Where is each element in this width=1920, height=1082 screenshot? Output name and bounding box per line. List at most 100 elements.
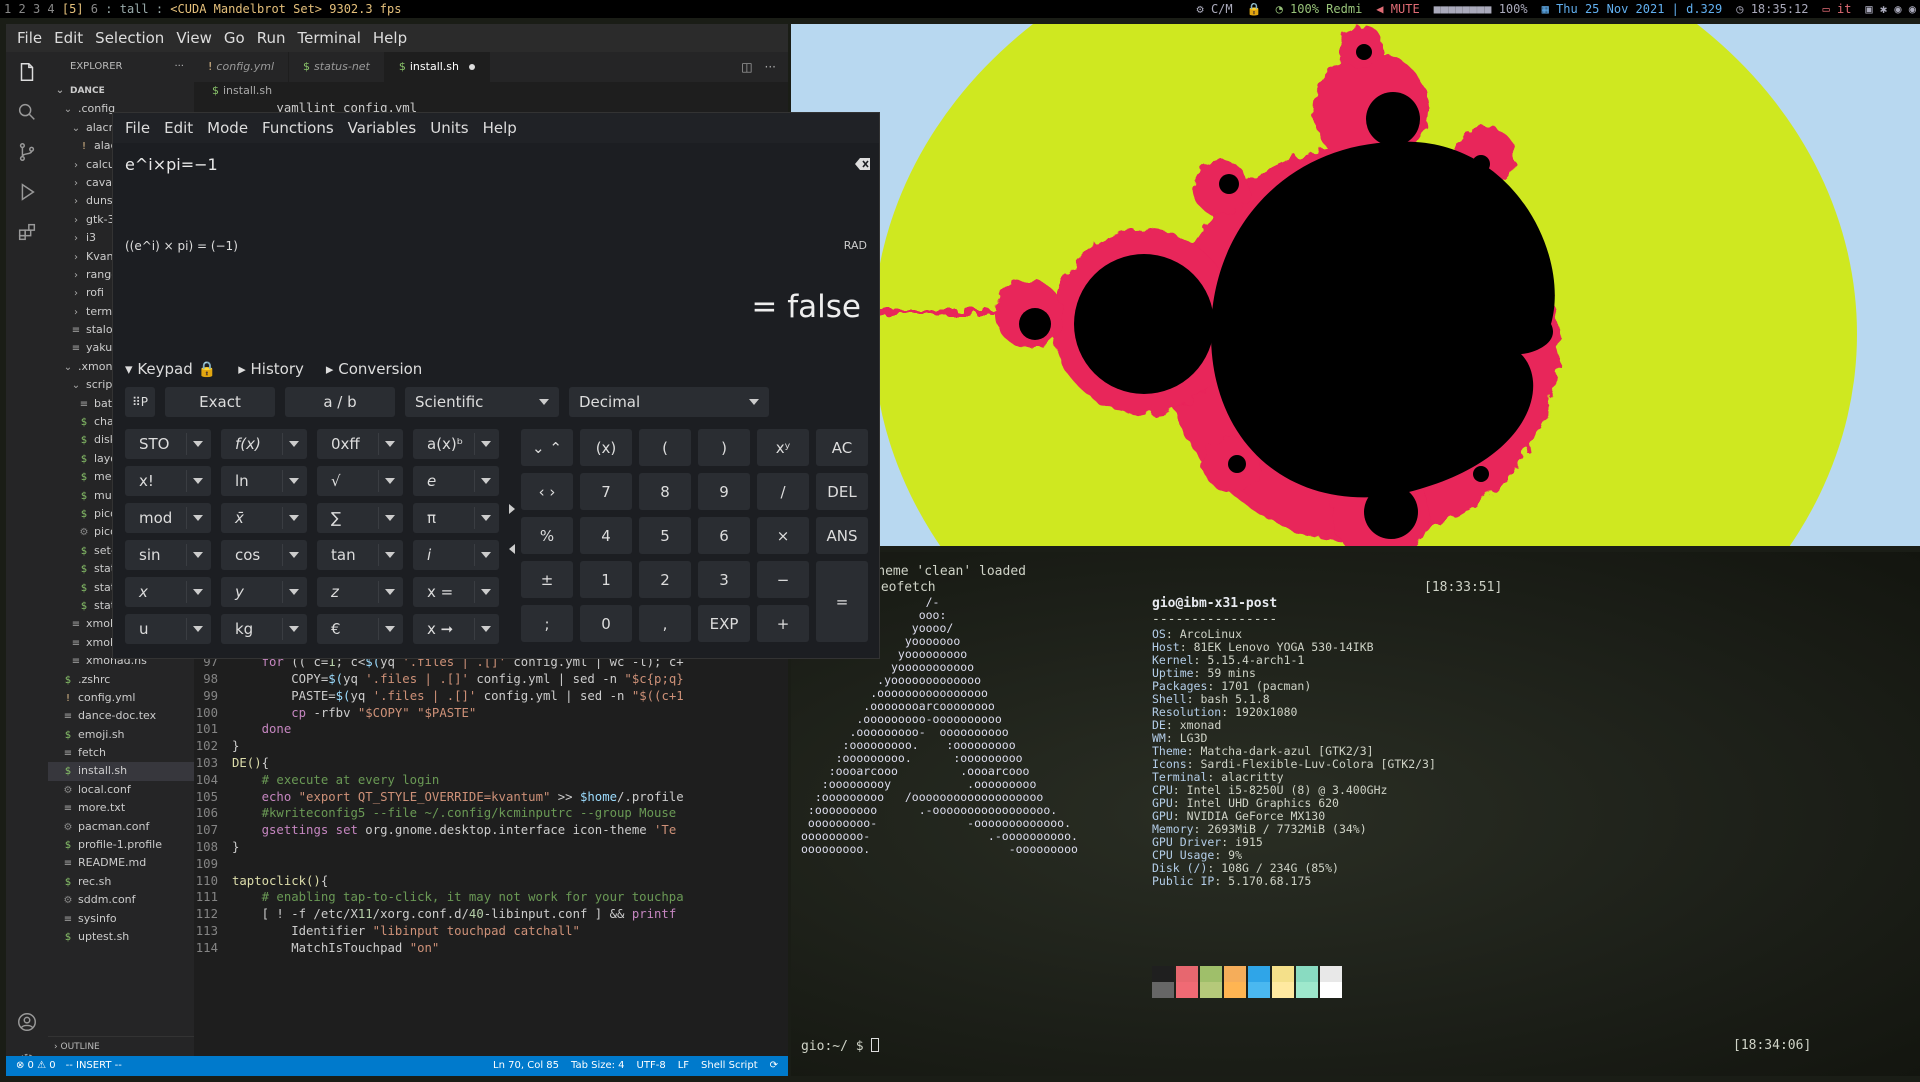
key-percent[interactable]: % — [521, 517, 573, 554]
dropdown-arrow-icon[interactable] — [385, 478, 395, 484]
dropdown-arrow-icon[interactable] — [193, 552, 203, 558]
dropdown-arrow-icon[interactable] — [193, 626, 203, 632]
volume-indicator[interactable]: ◀ MUTE — [1376, 0, 1419, 18]
key-plus-minus[interactable]: ± — [521, 561, 573, 598]
sync-icon[interactable]: ⟳ — [770, 1056, 778, 1076]
dropdown-arrow-icon[interactable] — [289, 441, 299, 447]
tree-item-sysinfo[interactable]: ≡ sysinfo — [48, 910, 194, 928]
fn-button-sto[interactable]: STO — [125, 429, 211, 459]
key-8[interactable]: 8 — [639, 473, 691, 510]
fn-button-tan[interactable]: tan — [317, 540, 403, 570]
fn-button-item[interactable]: ∑ — [317, 503, 403, 533]
outline-section[interactable]: › OUTLINE — [48, 1036, 194, 1056]
tab-status-net[interactable]: $ status-net — [289, 52, 385, 82]
tree-item-zshrc[interactable]: $ .zshrc — [48, 671, 194, 689]
qalc-menu-edit[interactable]: Edit — [158, 119, 199, 137]
fn-button-x[interactable]: x! — [125, 466, 211, 496]
dropdown-arrow-icon[interactable] — [289, 552, 299, 558]
key-9[interactable]: 9 — [698, 473, 750, 510]
fn-button-item[interactable]: √ — [317, 466, 403, 496]
fn-button-sin[interactable]: sin — [125, 540, 211, 570]
run-debug-activity[interactable] — [6, 172, 48, 212]
dropdown-arrow-icon[interactable] — [481, 441, 491, 447]
root-folder[interactable]: ⌄ DANCE — [48, 82, 194, 100]
fn-button-cos[interactable]: cos — [221, 540, 307, 570]
history-toggle[interactable]: ▸ History — [238, 360, 304, 378]
key-0[interactable]: 0 — [580, 605, 632, 642]
collapse-left-icon[interactable] — [509, 544, 515, 554]
workspace-list[interactable]: 1 2 3 4 [5] 6 — [4, 2, 105, 16]
fn-button-u[interactable]: u — [125, 614, 211, 644]
fn-button-a-x[interactable]: a(x)ᵇ — [413, 429, 499, 459]
key-cursor-nav[interactable]: ‹ › — [521, 473, 573, 510]
menu-view[interactable]: View — [171, 29, 217, 47]
language-mode[interactable]: Shell Script — [701, 1056, 758, 1076]
key-del[interactable]: DEL — [816, 473, 868, 510]
explorer-activity[interactable] — [6, 52, 48, 92]
key-3[interactable]: 3 — [698, 561, 750, 598]
tree-item-config-yml[interactable]: ! config.yml — [48, 689, 194, 707]
fn-button-e[interactable]: e — [413, 466, 499, 496]
tree-item-rec-sh[interactable]: $ rec.sh — [48, 873, 194, 891]
workspace-3[interactable]: 3 — [33, 2, 40, 16]
more-actions-icon[interactable]: ··· — [174, 52, 194, 82]
angle-unit-indicator[interactable]: RAD — [844, 239, 867, 252]
tree-item-install-sh[interactable]: $ install.sh — [48, 762, 194, 781]
dropdown-arrow-icon[interactable] — [385, 441, 395, 447]
fn-button-i[interactable]: i — [413, 540, 499, 570]
collapse-right-icon[interactable] — [509, 504, 515, 514]
dropdown-arrow-icon[interactable] — [481, 552, 491, 558]
qalc-menu-file[interactable]: File — [119, 119, 156, 137]
fraction-toggle[interactable]: a / b — [285, 387, 395, 417]
key-ans[interactable]: ANS — [816, 517, 868, 554]
fn-button-ln[interactable]: ln — [221, 466, 307, 496]
key-open-paren[interactable]: ( — [639, 429, 691, 466]
key-1[interactable]: 1 — [580, 561, 632, 598]
fn-button-y[interactable]: y — [221, 577, 307, 607]
qalc-menu-help[interactable]: Help — [477, 119, 523, 137]
key-5[interactable]: 5 — [639, 517, 691, 554]
key-plus[interactable]: + — [757, 605, 809, 642]
tree-item-emoji-sh[interactable]: $ emoji.sh — [48, 726, 194, 744]
split-editor-icon[interactable]: ◫ — [741, 60, 752, 74]
menu-help[interactable]: Help — [368, 29, 412, 47]
menu-go[interactable]: Go — [219, 29, 250, 47]
line-ending[interactable]: LF — [678, 1056, 689, 1076]
dropdown-arrow-icon[interactable] — [385, 626, 395, 632]
fn-button-f-x[interactable]: f(x) — [221, 429, 307, 459]
dropdown-arrow-icon[interactable] — [193, 589, 203, 595]
fn-button-item[interactable]: π — [413, 503, 499, 533]
menu-edit[interactable]: Edit — [49, 29, 88, 47]
dropdown-arrow-icon[interactable] — [193, 441, 203, 447]
display-mode-select[interactable]: Scientific — [405, 387, 559, 417]
key-history-nav[interactable]: ⌄ ⌃ — [521, 429, 573, 466]
problems-indicator[interactable]: ⊗ 0 ⚠ 0 — [16, 1056, 56, 1076]
tree-item-fetch[interactable]: ≡ fetch — [48, 744, 194, 762]
key-multiply[interactable]: × — [757, 517, 809, 554]
breadcrumb[interactable]: $ install.sh — [194, 82, 788, 100]
encoding[interactable]: UTF-8 — [637, 1056, 666, 1076]
tree-item-more-txt[interactable]: ≡ more.txt — [48, 799, 194, 817]
workspace-4[interactable]: 4 — [47, 2, 54, 16]
cursor-position[interactable]: Ln 70, Col 85 — [493, 1056, 559, 1076]
tray-icons[interactable]: ▣ ✱ ◉ ◉ — [1865, 0, 1916, 18]
exact-toggle[interactable]: Exact — [165, 387, 275, 417]
dropdown-arrow-icon[interactable] — [289, 589, 299, 595]
expression-input[interactable]: e^i×pi=−1 — [125, 155, 218, 174]
more-actions-icon[interactable]: ··· — [765, 60, 776, 74]
key-power[interactable]: xʸ — [757, 429, 809, 466]
key-ac[interactable]: AC — [816, 429, 868, 466]
dropdown-arrow-icon[interactable] — [193, 478, 203, 484]
fn-button-x[interactable]: x̄ — [221, 503, 307, 533]
menu-selection[interactable]: Selection — [90, 29, 169, 47]
key-2[interactable]: 2 — [639, 561, 691, 598]
tree-item-sddm-conf[interactable]: ⚙ sddm.conf — [48, 891, 194, 909]
unsaved-dot-icon[interactable] — [469, 64, 475, 70]
menu-file[interactable]: File — [12, 29, 47, 47]
tree-item-profile-1-profile[interactable]: $ profile-1.profile — [48, 836, 194, 854]
dropdown-arrow-icon[interactable] — [385, 589, 395, 595]
extensions-activity[interactable] — [6, 212, 48, 252]
qalc-menu-functions[interactable]: Functions — [256, 119, 340, 137]
fn-button-item[interactable]: € — [317, 614, 403, 644]
key-6[interactable]: 6 — [698, 517, 750, 554]
